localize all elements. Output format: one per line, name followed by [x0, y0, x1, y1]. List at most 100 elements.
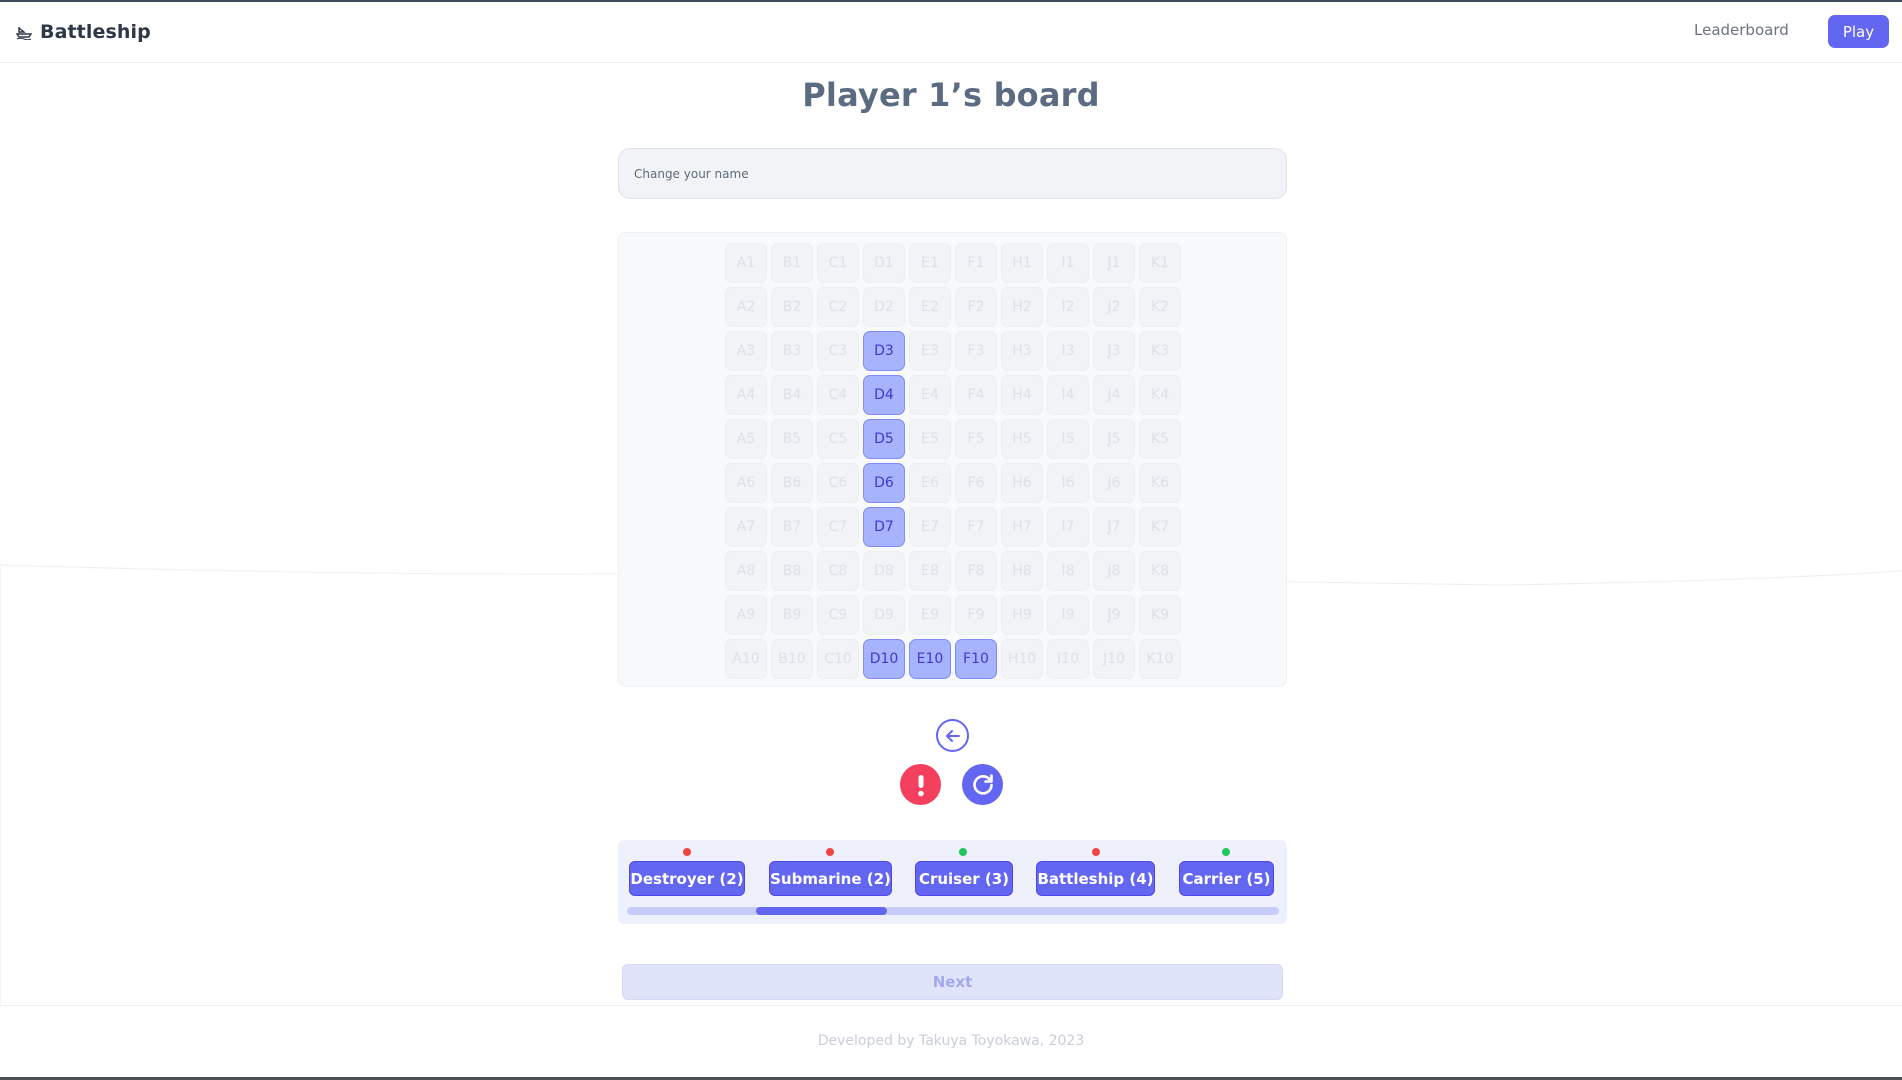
leaderboard-link[interactable]: Leaderboard — [1694, 21, 1789, 39]
ships-scrollbar-thumb[interactable] — [756, 907, 887, 915]
grid-cell-c5[interactable]: C5 — [817, 419, 859, 459]
grid-cell-j8[interactable]: J8 — [1093, 551, 1135, 591]
rotate-button[interactable] — [962, 764, 1003, 805]
grid-cell-j9[interactable]: J9 — [1093, 595, 1135, 635]
back-button[interactable] — [936, 719, 969, 752]
grid-cell-f4[interactable]: F4 — [955, 375, 997, 415]
grid-cell-c7[interactable]: C7 — [817, 507, 859, 547]
ships-scrollbar[interactable] — [627, 907, 1279, 915]
grid-cell-b10[interactable]: B 10 — [771, 639, 813, 679]
grid-cell-h4[interactable]: H4 — [1001, 375, 1043, 415]
grid-cell-a2[interactable]: A2 — [725, 287, 767, 327]
grid-cell-j10[interactable]: J 10 — [1093, 639, 1135, 679]
grid-cell-a10[interactable]: A 10 — [725, 639, 767, 679]
grid-cell-b6[interactable]: B6 — [771, 463, 813, 503]
grid-cell-a9[interactable]: A9 — [725, 595, 767, 635]
grid-cell-j7[interactable]: J7 — [1093, 507, 1135, 547]
grid-cell-h2[interactable]: H2 — [1001, 287, 1043, 327]
ship-button-cruiser[interactable]: Cruiser (3) — [915, 861, 1013, 896]
grid-cell-k2[interactable]: K2 — [1139, 287, 1181, 327]
grid-cell-k4[interactable]: K4 — [1139, 375, 1181, 415]
grid-cell-b9[interactable]: B9 — [771, 595, 813, 635]
grid-cell-j6[interactable]: J6 — [1093, 463, 1135, 503]
ship-button-submarine[interactable]: Submarine (2) — [769, 861, 892, 896]
grid-cell-a3[interactable]: A3 — [725, 331, 767, 371]
grid-cell-e8[interactable]: E8 — [909, 551, 951, 591]
grid-cell-f9[interactable]: F9 — [955, 595, 997, 635]
grid-cell-h9[interactable]: H9 — [1001, 595, 1043, 635]
grid-cell-b8[interactable]: B8 — [771, 551, 813, 591]
grid-cell-i5[interactable]: I5 — [1047, 419, 1089, 459]
next-button[interactable]: Next — [622, 964, 1283, 1000]
grid-cell-h3[interactable]: H3 — [1001, 331, 1043, 371]
grid-cell-e1[interactable]: E1 — [909, 243, 951, 283]
grid-cell-k5[interactable]: K5 — [1139, 419, 1181, 459]
grid-cell-d9[interactable]: D9 — [863, 595, 905, 635]
grid-cell-c10[interactable]: C 10 — [817, 639, 859, 679]
grid-cell-h6[interactable]: H6 — [1001, 463, 1043, 503]
grid-cell-i4[interactable]: I4 — [1047, 375, 1089, 415]
grid-cell-f5[interactable]: F5 — [955, 419, 997, 459]
grid-cell-e6[interactable]: E6 — [909, 463, 951, 503]
grid-cell-f8[interactable]: F8 — [955, 551, 997, 591]
grid-cell-c6[interactable]: C6 — [817, 463, 859, 503]
grid-cell-k1[interactable]: K1 — [1139, 243, 1181, 283]
play-button[interactable]: Play — [1828, 15, 1889, 48]
grid-cell-c1[interactable]: C1 — [817, 243, 859, 283]
grid-cell-k3[interactable]: K3 — [1139, 331, 1181, 371]
warning-button[interactable] — [900, 764, 941, 805]
grid-cell-a7[interactable]: A7 — [725, 507, 767, 547]
grid-cell-d1[interactable]: D1 — [863, 243, 905, 283]
grid-cell-h1[interactable]: H1 — [1001, 243, 1043, 283]
grid-cell-e5[interactable]: E5 — [909, 419, 951, 459]
grid-cell-c9[interactable]: C9 — [817, 595, 859, 635]
grid-cell-a4[interactable]: A4 — [725, 375, 767, 415]
grid-cell-d6[interactable]: D6 — [863, 463, 905, 503]
grid-cell-f7[interactable]: F7 — [955, 507, 997, 547]
grid-cell-j4[interactable]: J4 — [1093, 375, 1135, 415]
grid-cell-f3[interactable]: F3 — [955, 331, 997, 371]
ship-button-destroyer[interactable]: Destroyer (2) — [629, 861, 745, 896]
grid-cell-b1[interactable]: B1 — [771, 243, 813, 283]
grid-cell-k6[interactable]: K6 — [1139, 463, 1181, 503]
grid-cell-i8[interactable]: I8 — [1047, 551, 1089, 591]
grid-cell-d5[interactable]: D5 — [863, 419, 905, 459]
app-logo[interactable]: Battleship — [16, 21, 151, 43]
grid-cell-c4[interactable]: C4 — [817, 375, 859, 415]
grid-cell-f2[interactable]: F2 — [955, 287, 997, 327]
grid-cell-h5[interactable]: H5 — [1001, 419, 1043, 459]
grid-cell-e10[interactable]: E 10 — [909, 639, 951, 679]
grid-cell-a1[interactable]: A1 — [725, 243, 767, 283]
grid-cell-k7[interactable]: K7 — [1139, 507, 1181, 547]
grid-cell-d4[interactable]: D4 — [863, 375, 905, 415]
grid-cell-i6[interactable]: I6 — [1047, 463, 1089, 503]
grid-cell-a6[interactable]: A6 — [725, 463, 767, 503]
grid-cell-e7[interactable]: E7 — [909, 507, 951, 547]
grid-cell-f10[interactable]: F 10 — [955, 639, 997, 679]
grid-cell-k8[interactable]: K8 — [1139, 551, 1181, 591]
grid-cell-d3[interactable]: D3 — [863, 331, 905, 371]
grid-cell-b5[interactable]: B5 — [771, 419, 813, 459]
grid-cell-i3[interactable]: I3 — [1047, 331, 1089, 371]
grid-cell-k10[interactable]: K 10 — [1139, 639, 1181, 679]
grid-cell-h7[interactable]: H7 — [1001, 507, 1043, 547]
grid-cell-i9[interactable]: I9 — [1047, 595, 1089, 635]
grid-cell-k9[interactable]: K9 — [1139, 595, 1181, 635]
ship-button-carrier[interactable]: Carrier (5) — [1179, 861, 1274, 896]
grid-cell-j3[interactable]: J3 — [1093, 331, 1135, 371]
grid-cell-f1[interactable]: F1 — [955, 243, 997, 283]
grid-cell-d10[interactable]: D 10 — [863, 639, 905, 679]
grid-cell-d2[interactable]: D2 — [863, 287, 905, 327]
grid-cell-b4[interactable]: B4 — [771, 375, 813, 415]
grid-cell-h8[interactable]: H8 — [1001, 551, 1043, 591]
grid-cell-f6[interactable]: F6 — [955, 463, 997, 503]
grid-cell-j1[interactable]: J1 — [1093, 243, 1135, 283]
grid-cell-e9[interactable]: E9 — [909, 595, 951, 635]
grid-cell-b7[interactable]: B7 — [771, 507, 813, 547]
grid-cell-a5[interactable]: A5 — [725, 419, 767, 459]
grid-cell-i7[interactable]: I7 — [1047, 507, 1089, 547]
grid-cell-d8[interactable]: D8 — [863, 551, 905, 591]
grid-cell-c3[interactable]: C3 — [817, 331, 859, 371]
grid-cell-e3[interactable]: E3 — [909, 331, 951, 371]
grid-cell-i2[interactable]: I2 — [1047, 287, 1089, 327]
